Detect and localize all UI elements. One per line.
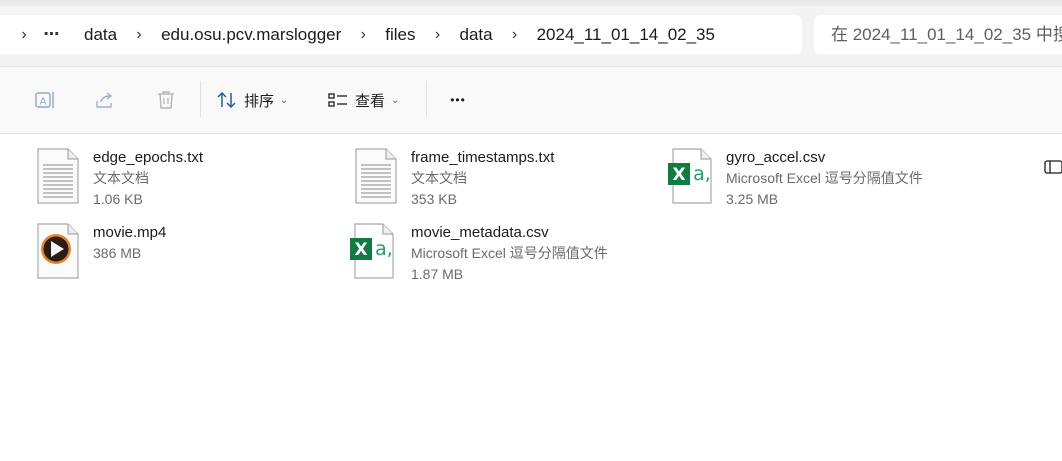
chevron-right-icon[interactable]: › xyxy=(121,15,157,54)
view-list-icon xyxy=(328,93,347,107)
sort-arrows-icon xyxy=(217,91,236,109)
search-input[interactable] xyxy=(831,24,1062,45)
file-list: edge_epochs.txt 文本文档 1.06 KB frame_times… xyxy=(0,134,1062,461)
rename-icon: A xyxy=(35,92,54,108)
breadcrumb-item-package[interactable]: edu.osu.pcv.marslogger xyxy=(157,15,345,54)
text-document-icon xyxy=(355,148,397,204)
share-icon xyxy=(96,92,113,108)
more-options-button[interactable]: ••• xyxy=(443,85,473,115)
excel-csv-icon: X a, xyxy=(668,148,712,204)
file-size: 1.87 MB xyxy=(411,266,464,282)
rename-button[interactable]: A xyxy=(30,85,60,115)
excel-csv-icon: X a, xyxy=(350,223,394,279)
file-name: gyro_accel.csv xyxy=(726,149,826,166)
breadcrumb-item-data[interactable]: data xyxy=(80,15,121,54)
chevron-right-icon[interactable]: › xyxy=(497,15,533,54)
file-size: 3.25 MB xyxy=(726,191,779,207)
file-name: edge_epochs.txt xyxy=(93,149,204,166)
file-name: frame_timestamps.txt xyxy=(411,149,555,166)
sort-button[interactable]: 排序 ⌄ xyxy=(216,85,288,115)
share-button[interactable] xyxy=(90,85,120,115)
svg-text:A: A xyxy=(40,97,47,108)
file-size: 1.06 KB xyxy=(93,191,143,207)
breadcrumb-item-data-2[interactable]: data xyxy=(456,15,497,54)
video-file-icon xyxy=(37,223,79,279)
breadcrumb-overflow-button[interactable]: ⋯ xyxy=(36,15,68,54)
file-type: Microsoft Excel 逗号分隔值文件 xyxy=(726,170,923,186)
file-name: movie.mp4 xyxy=(93,224,167,241)
toolbar-separator xyxy=(426,81,427,117)
command-bar: A 排序 ⌄ 查看 ⌄ ••• xyxy=(0,67,1062,174)
chevron-right-icon[interactable]: › xyxy=(420,15,456,54)
svg-text:a,: a, xyxy=(375,238,393,260)
trash-icon xyxy=(158,91,174,109)
breadcrumb-item-current-folder[interactable]: 2024_11_01_14_02_35 xyxy=(533,15,719,54)
breadcrumb[interactable]: › ⋯ data › edu.osu.pcv.marslogger › file… xyxy=(0,15,802,54)
chevron-right-icon[interactable]: › xyxy=(12,15,36,54)
file-type: 文本文档 xyxy=(411,170,467,186)
list-item[interactable]: edge_epochs.txt 文本文档 1.06 KB xyxy=(35,147,203,210)
sort-label: 排序 xyxy=(244,92,275,110)
svg-text:X: X xyxy=(354,240,367,260)
delete-button[interactable] xyxy=(151,85,181,115)
file-size: 386 MB xyxy=(93,245,142,261)
svg-text:a,: a, xyxy=(693,163,711,185)
view-label: 查看 xyxy=(355,92,386,110)
list-item[interactable]: frame_timestamps.txt 文本文档 353 KB xyxy=(353,147,554,210)
toolbar-separator xyxy=(200,81,201,117)
file-type: Microsoft Excel 逗号分隔值文件 xyxy=(411,245,608,261)
file-type: 文本文档 xyxy=(93,170,149,186)
file-name: movie_metadata.csv xyxy=(411,224,549,241)
chevron-down-icon: ⌄ xyxy=(280,94,289,106)
text-document-icon xyxy=(37,148,79,204)
file-size: 353 KB xyxy=(411,191,457,207)
list-item[interactable]: X a, movie_metadata.csv Microsoft Excel … xyxy=(350,222,608,285)
chevron-right-icon[interactable]: › xyxy=(345,15,381,54)
breadcrumb-item-files[interactable]: files xyxy=(381,15,419,54)
list-item[interactable]: movie.mp4 386 MB xyxy=(35,222,166,280)
search-box[interactable] xyxy=(814,15,1062,54)
chevron-down-icon: ⌄ xyxy=(391,94,400,106)
list-item[interactable]: X a, gyro_accel.csv Microsoft Excel 逗号分隔… xyxy=(668,147,923,210)
view-button[interactable]: 查看 ⌄ xyxy=(327,85,399,115)
address-row: › ⋯ data › edu.osu.pcv.marslogger › file… xyxy=(0,6,1062,66)
svg-text:X: X xyxy=(672,165,685,185)
